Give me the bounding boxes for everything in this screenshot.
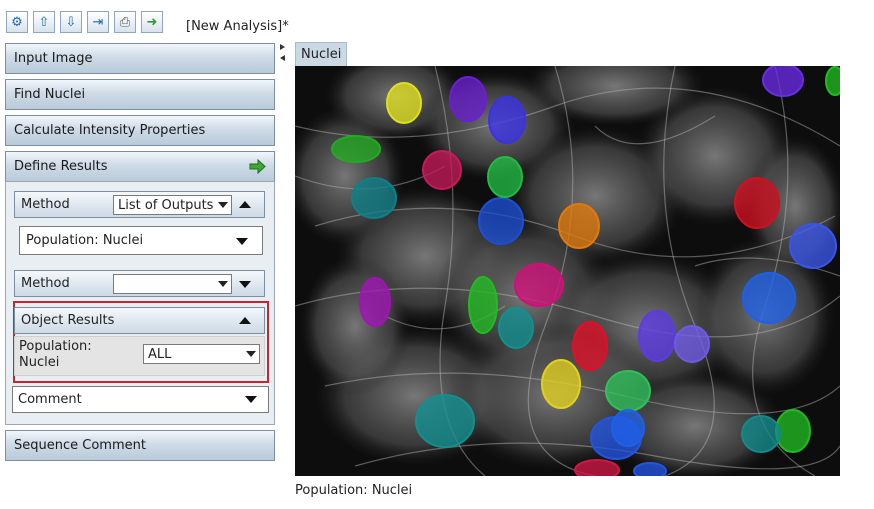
collapse-up-icon[interactable] xyxy=(239,201,251,208)
new-analysis-button[interactable]: ⚙ xyxy=(6,11,28,33)
go-arrow-icon[interactable] xyxy=(249,159,266,174)
panel-label: Define Results xyxy=(14,159,108,174)
label-line: Population: xyxy=(19,339,92,354)
nucleus-overlay xyxy=(422,150,462,190)
panel-label: Input Image xyxy=(14,51,93,66)
run-button[interactable]: ➜ xyxy=(141,11,163,33)
toolbar: ⚙ ⇧ ⇩ ⇥ ⎙ ➜ xyxy=(6,10,168,34)
nucleus-overlay xyxy=(633,462,667,476)
nucleus-overlay xyxy=(359,277,391,327)
label-line: Nuclei xyxy=(19,355,60,370)
microscopy-image xyxy=(295,66,840,476)
nucleus-overlay xyxy=(488,96,526,144)
viewer-tab-label: Nuclei xyxy=(301,47,342,62)
nucleus-overlay xyxy=(478,197,524,245)
method-select-value: List of Outputs xyxy=(118,197,214,213)
chevron-down-icon xyxy=(218,281,228,287)
nucleus-overlay xyxy=(605,370,651,412)
expand-down-icon[interactable] xyxy=(239,281,251,288)
population-select-value: Population: Nuclei xyxy=(26,233,144,248)
expand-down-icon xyxy=(245,396,257,403)
nucleus-overlay xyxy=(468,276,498,334)
panel-collapse-handle[interactable] xyxy=(279,43,287,63)
nucleus-overlay xyxy=(487,156,523,198)
viewer-tab-nuclei[interactable]: Nuclei xyxy=(295,42,348,66)
gear-box-icon: ⚙ xyxy=(11,14,23,30)
object-results-title: Object Results xyxy=(21,313,115,328)
comment-section[interactable]: Comment xyxy=(12,386,269,413)
analysis-title: [New Analysis]* xyxy=(186,19,289,34)
object-population-select[interactable]: ALL xyxy=(143,344,260,364)
export-button[interactable]: ⇥ xyxy=(87,11,109,33)
nucleus-overlay xyxy=(611,409,645,447)
download-icon: ⇩ xyxy=(65,14,77,30)
printer-icon: ⎙ xyxy=(119,14,131,30)
nucleus-overlay xyxy=(415,394,475,448)
panel-label: Sequence Comment xyxy=(14,438,146,453)
save-analysis-button[interactable]: ⇩ xyxy=(60,11,82,33)
collapse-up-icon[interactable] xyxy=(239,317,251,324)
nucleus-overlay xyxy=(742,272,796,324)
panel-define-results[interactable]: Define Results xyxy=(5,151,275,182)
nucleus-overlay xyxy=(351,177,397,219)
nucleus-overlay xyxy=(449,76,487,122)
nucleus-overlay xyxy=(638,310,676,362)
nucleus-overlay xyxy=(572,321,608,371)
export-icon: ⇥ xyxy=(92,14,104,30)
image-viewer[interactable] xyxy=(295,66,840,476)
nucleus-overlay xyxy=(741,415,781,453)
chevron-down-icon xyxy=(246,351,256,357)
panel-find-nuclei[interactable]: Find Nuclei xyxy=(5,79,275,110)
method-select-2[interactable] xyxy=(113,274,232,294)
nucleus-overlay xyxy=(331,135,381,163)
nucleus-overlay xyxy=(541,359,581,409)
panel-calculate-intensity[interactable]: Calculate Intensity Properties xyxy=(5,115,275,146)
nucleus-overlay xyxy=(734,177,780,229)
print-button[interactable]: ⎙ xyxy=(114,11,136,33)
method-label: Method xyxy=(21,197,70,212)
nucleus-overlay xyxy=(762,66,804,97)
comment-label: Comment xyxy=(18,392,82,407)
nucleus-overlay xyxy=(674,325,710,363)
panel-sequence-comment[interactable]: Sequence Comment xyxy=(5,430,275,461)
method-label: Method xyxy=(21,276,70,291)
nucleus-overlay xyxy=(574,459,620,476)
panel-input-image[interactable]: Input Image xyxy=(5,43,275,74)
chevron-down-icon xyxy=(236,238,248,245)
nucleus-overlay xyxy=(558,203,600,249)
population-select[interactable]: Population: Nuclei xyxy=(19,226,263,255)
object-population-label: Population: Nuclei xyxy=(19,339,92,371)
object-population-value: ALL xyxy=(148,346,172,362)
upload-icon: ⇧ xyxy=(38,14,50,30)
chevron-down-icon xyxy=(218,202,228,208)
nucleus-overlay xyxy=(386,82,422,124)
method-select[interactable]: List of Outputs xyxy=(113,195,232,215)
nucleus-overlay xyxy=(514,263,564,307)
nucleus-overlay xyxy=(775,409,811,453)
load-analysis-button[interactable]: ⇧ xyxy=(33,11,55,33)
arrow-right-icon: ➜ xyxy=(146,14,158,30)
nucleus-overlay xyxy=(498,307,534,349)
panel-label: Find Nuclei xyxy=(14,87,86,102)
object-results-header: Object Results xyxy=(14,307,265,334)
panel-label: Calculate Intensity Properties xyxy=(14,123,206,138)
nucleus-overlay xyxy=(789,223,837,269)
viewer-caption: Population: Nuclei xyxy=(295,483,413,498)
nucleus-overlay xyxy=(825,66,840,96)
